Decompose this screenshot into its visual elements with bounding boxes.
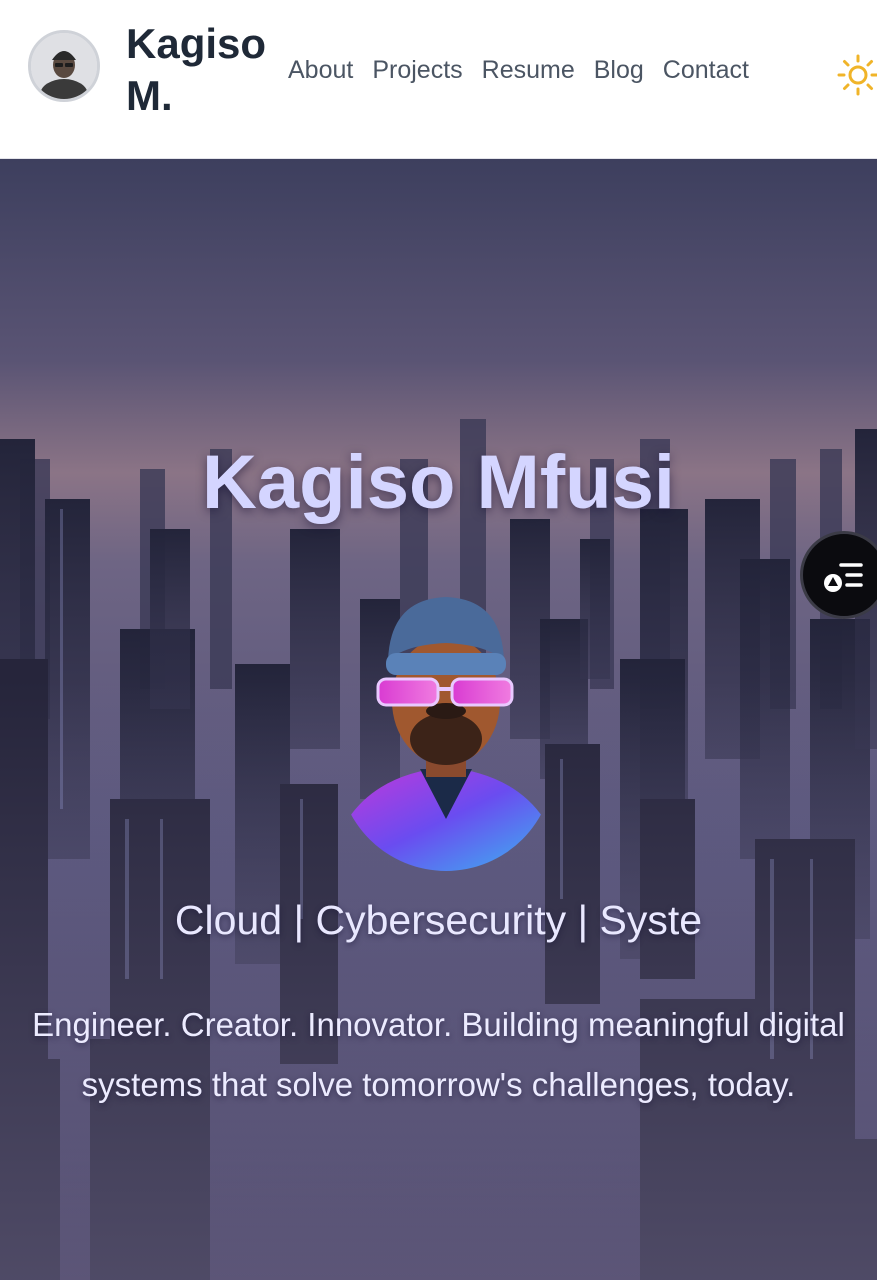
avatar[interactable] (28, 30, 100, 102)
table-of-contents-icon (824, 563, 863, 592)
theme-toggle-button[interactable] (836, 53, 877, 97)
profile-portrait-image (338, 597, 554, 871)
hero-tagline: Engineer. Creator. Innovator. Building m… (32, 1006, 845, 1103)
table-of-contents-button[interactable] (800, 531, 877, 619)
hero-section: Kagiso Mfusi Cloud | Cybersecurity | Sys… (0, 159, 877, 1280)
nav-projects[interactable]: Projects (372, 56, 462, 85)
nav-resume[interactable]: Resume (482, 56, 575, 85)
nav-contact[interactable]: Contact (663, 56, 749, 85)
main-nav: About Projects Resume Blog Contact (288, 56, 749, 85)
brand-name[interactable]: Kagiso M. (126, 18, 276, 122)
nav-about[interactable]: About (288, 56, 353, 85)
hero-title: Kagiso Mfusi (202, 440, 675, 525)
avatar-image (31, 33, 97, 99)
profile-portrait (338, 589, 554, 871)
site-header: Kagiso M. About Projects Resume Blog Con… (0, 0, 877, 159)
sun-icon (837, 54, 877, 96)
nav-blog[interactable]: Blog (594, 56, 644, 85)
hero-subtitle: Cloud | Cybersecurity | Syste (174, 897, 703, 943)
